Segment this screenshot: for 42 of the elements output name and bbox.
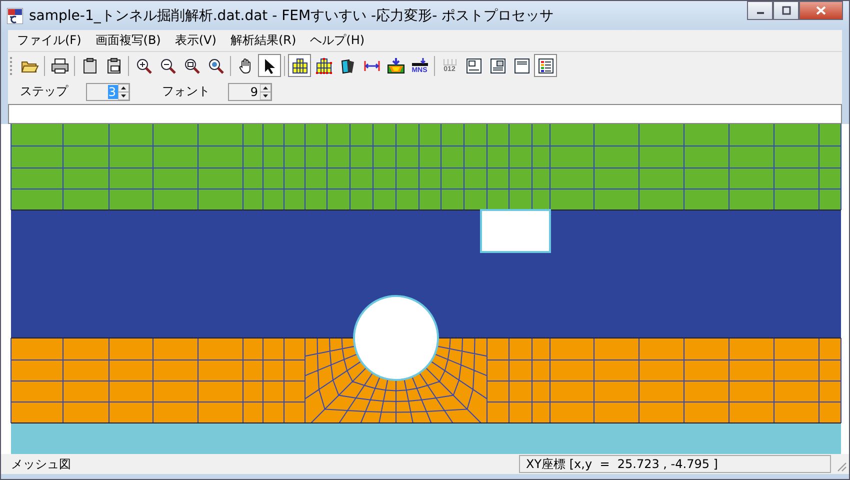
status-text: メッシュ図	[11, 456, 71, 472]
load-arrow-icon	[410, 58, 428, 66]
menu-item[interactable]: 解析結果(R)	[223, 32, 304, 49]
menu-item[interactable]: ファイル(F)	[10, 32, 88, 49]
hand-icon	[238, 58, 254, 74]
menu-item[interactable]: 画面複写(B)	[88, 32, 168, 49]
number-spinner[interactable]: 9	[228, 82, 272, 100]
legend-icon	[538, 58, 554, 74]
spinner-label: ステップ	[20, 83, 68, 100]
resize-grip-icon[interactable]	[835, 460, 847, 472]
magnifier-icon	[136, 58, 152, 74]
grid-icon	[292, 58, 308, 74]
toolbar-button[interactable]	[288, 54, 311, 77]
contour-icon	[386, 58, 404, 74]
close-button[interactable]	[799, 1, 843, 20]
maximize-button[interactable]	[773, 1, 799, 20]
printer-icon	[50, 58, 68, 74]
window-layout-icon	[466, 58, 482, 74]
close-icon	[816, 6, 826, 15]
layers-icon	[340, 58, 356, 74]
spinner-label: フォント	[162, 83, 210, 100]
window-layout-icon	[514, 58, 530, 74]
coordinates-readout: XY座標 [x,y = 25.723 , -4.795 ]	[519, 455, 831, 473]
spin-up-icon[interactable]	[260, 84, 271, 92]
window-layout-icon	[490, 58, 506, 74]
spin-up-icon[interactable]	[118, 84, 129, 92]
minimize-button[interactable]	[747, 1, 773, 20]
magnifier-icon	[160, 58, 176, 74]
menu-item[interactable]: ヘルプ(H)	[303, 32, 372, 49]
magnifier-icon	[208, 58, 224, 74]
grid-icon	[316, 58, 332, 74]
toolbar-button[interactable]	[534, 54, 557, 77]
magnifier-icon	[184, 58, 200, 74]
pointer-icon	[264, 58, 276, 74]
number-grid-icon	[442, 58, 458, 66]
clipboard-icon	[82, 58, 98, 74]
maximize-icon	[782, 6, 790, 15]
app-logo-icon	[7, 8, 23, 24]
clipboard-icon	[106, 58, 122, 74]
menu-item[interactable]: 表示(V)	[168, 32, 224, 49]
window-title: sample-1_トンネル掘削解析.dat.dat - FEMすいすい -応力変形- ポストプロセッサ	[29, 6, 554, 24]
toolbar-button[interactable]	[258, 54, 281, 77]
